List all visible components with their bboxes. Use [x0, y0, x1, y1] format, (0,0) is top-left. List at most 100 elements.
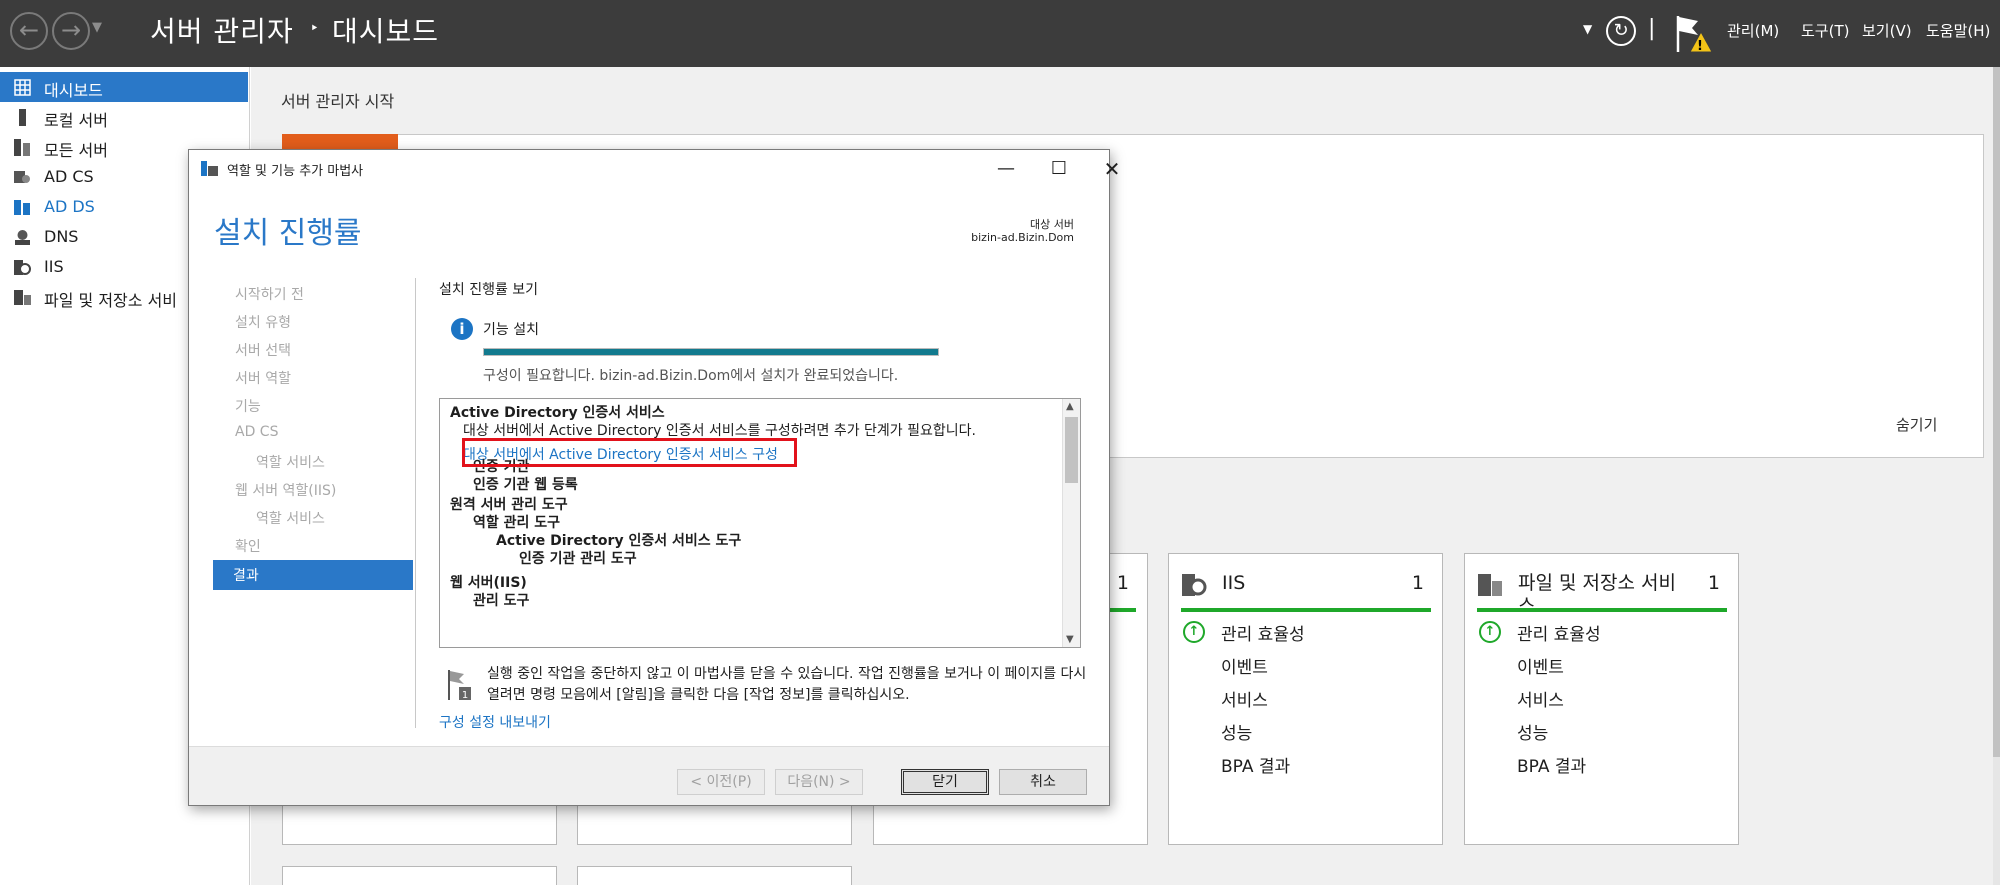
- previous-button[interactable]: < 이전(P): [677, 769, 765, 795]
- progress-status: 구성이 필요합니다. bizin-ad.Bizin.Dom에서 설치가 완료되었…: [483, 368, 899, 384]
- result-note: 대상 서버에서 Active Directory 인증서 서비스를 구성하려면 …: [463, 423, 976, 439]
- server-manager-window: ← → ▼ 서버 관리자 ‣ 대시보드 ▼ ↻ | ! 관리(M) 도구(T) …: [0, 0, 2000, 885]
- tile-row-manageability[interactable]: 관리 효율성: [1221, 620, 1305, 645]
- status-up-icon: ↑: [1479, 621, 1501, 643]
- status-up-icon: ↑: [1183, 621, 1205, 643]
- next-button[interactable]: 다음(N) >: [775, 769, 863, 795]
- scroll-down-icon[interactable]: ▼: [1066, 634, 1074, 645]
- feature-install-label: 기능 설치: [483, 322, 539, 338]
- tile-row-performance[interactable]: 성능: [1517, 719, 1548, 744]
- step-confirmation: 확인: [235, 539, 261, 555]
- role-tile-iis[interactable]: IIS 1 ↑ 관리 효율성 이벤트 서비스 성능 BPA 결과: [1168, 553, 1443, 845]
- app-title: 서버 관리자: [150, 15, 294, 48]
- result-item: 역할 관리 도구: [473, 515, 561, 531]
- storage-icon: [1478, 574, 1502, 596]
- server-icon: [19, 109, 26, 126]
- section-title: 서버 관리자 시작: [281, 92, 395, 111]
- scrollbar-thumb[interactable]: [1065, 417, 1078, 483]
- result-item: 관리 도구: [473, 593, 530, 609]
- title-bar: ← → ▼ 서버 관리자 ‣ 대시보드 ▼ ↻ | ! 관리(M) 도구(T) …: [0, 0, 2000, 67]
- dialog-footer: < 이전(P) 다음(N) > 닫기 취소: [189, 746, 1109, 805]
- step-label: 결과: [233, 568, 259, 584]
- tile-row-performance[interactable]: 성능: [1221, 719, 1252, 744]
- forward-arrow-icon[interactable]: →: [52, 12, 90, 50]
- export-settings-link[interactable]: 구성 설정 내보내기: [439, 712, 551, 732]
- tile-row-bpa[interactable]: BPA 결과: [1221, 752, 1290, 777]
- tile-row-services[interactable]: 서비스: [1517, 686, 1564, 711]
- scrollbar-thumb[interactable]: [1993, 67, 2000, 757]
- tile-row-services[interactable]: 서비스: [1221, 686, 1268, 711]
- role-tile[interactable]: [577, 866, 852, 885]
- sidebar-item-label: 모든 서버: [44, 141, 108, 160]
- sidebar-item-label: 대시보드: [44, 81, 103, 100]
- sidebar-item-label: AD CS: [44, 167, 94, 186]
- menu-tools[interactable]: 도구(T): [1801, 20, 1849, 41]
- notification-flag-warning-icon[interactable]: !: [1672, 12, 1716, 56]
- close-button[interactable]: 닫기: [901, 769, 989, 795]
- role-tile-file-storage[interactable]: 파일 및 저장소 서비스 1 ↑ 관리 효율성 이벤트 서비스 성능 BPA 결…: [1464, 553, 1739, 845]
- menu-view[interactable]: 보기(V): [1862, 20, 1912, 41]
- main-scrollbar[interactable]: [1993, 67, 2000, 885]
- target-server-label: 대상 서버: [1030, 218, 1074, 231]
- cancel-button[interactable]: 취소: [999, 769, 1087, 795]
- progress-heading: 설치 진행률 보기: [439, 282, 539, 298]
- svg-text:1: 1: [462, 690, 468, 701]
- result-item: 인증 기관 관리 도구: [519, 551, 637, 567]
- breadcrumb-separator: ‣: [310, 19, 319, 37]
- servers-icon: [14, 139, 30, 156]
- scroll-up-icon[interactable]: ▲: [1066, 401, 1074, 412]
- server-manager-icon: [201, 161, 218, 176]
- refresh-icon[interactable]: ↻: [1606, 16, 1636, 46]
- sidebar-item-label: 파일 및 저장소 서비: [44, 291, 178, 310]
- notification-flag-icon: 1: [448, 670, 471, 701]
- step-installation-type: 설치 유형: [235, 315, 291, 331]
- sidebar-item-label: AD DS: [44, 197, 95, 216]
- wizard-heading: 설치 진행률: [214, 216, 362, 251]
- divider: [415, 278, 416, 728]
- result-heading: 웹 서버(IIS): [450, 575, 527, 591]
- iis-icon: [14, 260, 31, 275]
- close-icon[interactable]: ✕: [1097, 154, 1127, 184]
- info-icon: i: [451, 318, 473, 340]
- directory-icon: [14, 200, 30, 215]
- highlight-annotation: [462, 438, 797, 467]
- results-scrollbar[interactable]: ▲ ▼: [1062, 399, 1080, 647]
- tile-row-events[interactable]: 이벤트: [1517, 653, 1564, 678]
- menu-help[interactable]: 도움말(H): [1926, 20, 1990, 41]
- tile-row-bpa[interactable]: BPA 결과: [1517, 752, 1586, 777]
- toolbar-divider: |: [1648, 16, 1656, 41]
- dropdown-icon[interactable]: ▼: [1583, 22, 1592, 36]
- role-tile[interactable]: [282, 866, 557, 885]
- target-server-name: bizin-ad.Bizin.Dom: [971, 231, 1074, 244]
- dialog-title-bar[interactable]: 역할 및 기능 추가 마법사 — ☐ ✕: [189, 150, 1120, 188]
- progress-fill: [484, 349, 938, 355]
- result-item: 인증 기관 웹 등록: [473, 477, 578, 493]
- result-heading: Active Directory 인증서 서비스: [450, 405, 665, 421]
- sidebar-item-label: DNS: [44, 227, 79, 246]
- minimize-button[interactable]: —: [991, 154, 1021, 184]
- grid-icon: [14, 79, 31, 96]
- result-item: Active Directory 인증서 서비스 도구: [496, 533, 742, 549]
- step-before-you-begin: 시작하기 전: [235, 287, 304, 303]
- tile-row-manageability[interactable]: 관리 효율성: [1517, 620, 1601, 645]
- results-list[interactable]: Active Directory 인증서 서비스 대상 서버에서 Active …: [439, 398, 1081, 648]
- menu-manage[interactable]: 관리(M): [1727, 20, 1779, 41]
- maximize-button[interactable]: ☐: [1044, 154, 1074, 184]
- sidebar-item-local-server[interactable]: 로컬 서버: [0, 102, 248, 132]
- tile-row-events[interactable]: 이벤트: [1221, 653, 1268, 678]
- tile-count: 1: [1411, 572, 1424, 594]
- page-title: 대시보드: [332, 15, 440, 48]
- history-dropdown-icon[interactable]: ▼: [92, 20, 102, 35]
- hide-link[interactable]: 숨기기: [1896, 414, 1937, 435]
- quick-start-tab[interactable]: [282, 134, 398, 150]
- back-arrow-icon[interactable]: ←: [10, 12, 48, 50]
- step-results[interactable]: 결과: [213, 560, 413, 590]
- certificate-icon: [14, 171, 30, 183]
- sidebar-item-dashboard[interactable]: 대시보드: [0, 72, 248, 102]
- sidebar-item-label: IIS: [44, 257, 64, 276]
- step-web-server-role: 웹 서버 역할(IIS): [235, 483, 337, 499]
- tile-status-bar: [1181, 608, 1431, 612]
- step-role-services: 역할 서비스: [256, 455, 325, 471]
- step-role-services-iis: 역할 서비스: [256, 511, 325, 527]
- step-server-roles: 서버 역할: [235, 371, 291, 387]
